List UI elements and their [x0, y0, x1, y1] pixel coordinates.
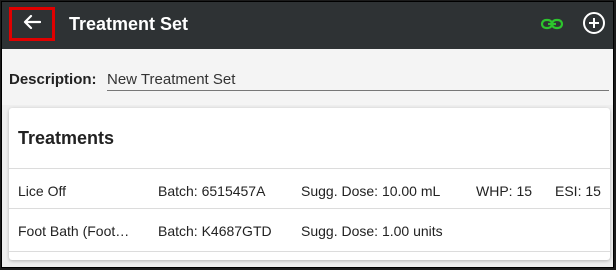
divider — [9, 208, 610, 209]
link-icon — [540, 18, 564, 40]
description-field[interactable]: New Treatment Set — [107, 71, 235, 88]
treatment-row[interactable]: Lice Off Batch: 6515457A Sugg. Dose: 10.… — [9, 170, 610, 208]
treatment-name: Foot Bath (Foot… — [18, 223, 130, 239]
treatments-card: Treatments Lice Off Batch: 6515457A Sugg… — [9, 108, 610, 260]
treatment-batch: Batch: K4687GTD — [158, 223, 272, 239]
app-bar: Treatment Set — [2, 2, 613, 49]
divider — [9, 251, 610, 252]
treatment-whp: WHP: 15 — [476, 183, 533, 199]
arrow-left-icon — [23, 14, 42, 35]
back-button[interactable] — [9, 7, 55, 41]
link-button[interactable] — [540, 12, 564, 36]
treatment-row[interactable]: Foot Bath (Foot… Batch: K4687GTD Sugg. D… — [9, 210, 610, 248]
divider — [9, 168, 610, 169]
plus-circle-icon — [581, 12, 607, 40]
treatment-dose: Sugg. Dose: 10.00 mL — [301, 183, 441, 199]
treatment-dose: Sugg. Dose: 1.00 units — [301, 223, 443, 239]
screen: Treatment Set Description: New Treatment… — [1, 1, 614, 268]
treatment-batch: Batch: 6515457A — [158, 183, 266, 199]
page-title: Treatment Set — [69, 14, 189, 34]
treatments-heading: Treatments — [18, 128, 115, 148]
description-label: Description: — [9, 71, 97, 88]
description-row: Description: New Treatment Set — [2, 49, 613, 105]
treatment-esi: ESI: 15 — [555, 183, 601, 199]
add-button[interactable] — [581, 10, 607, 36]
treatment-name: Lice Off — [18, 183, 66, 199]
description-underline — [107, 90, 609, 91]
